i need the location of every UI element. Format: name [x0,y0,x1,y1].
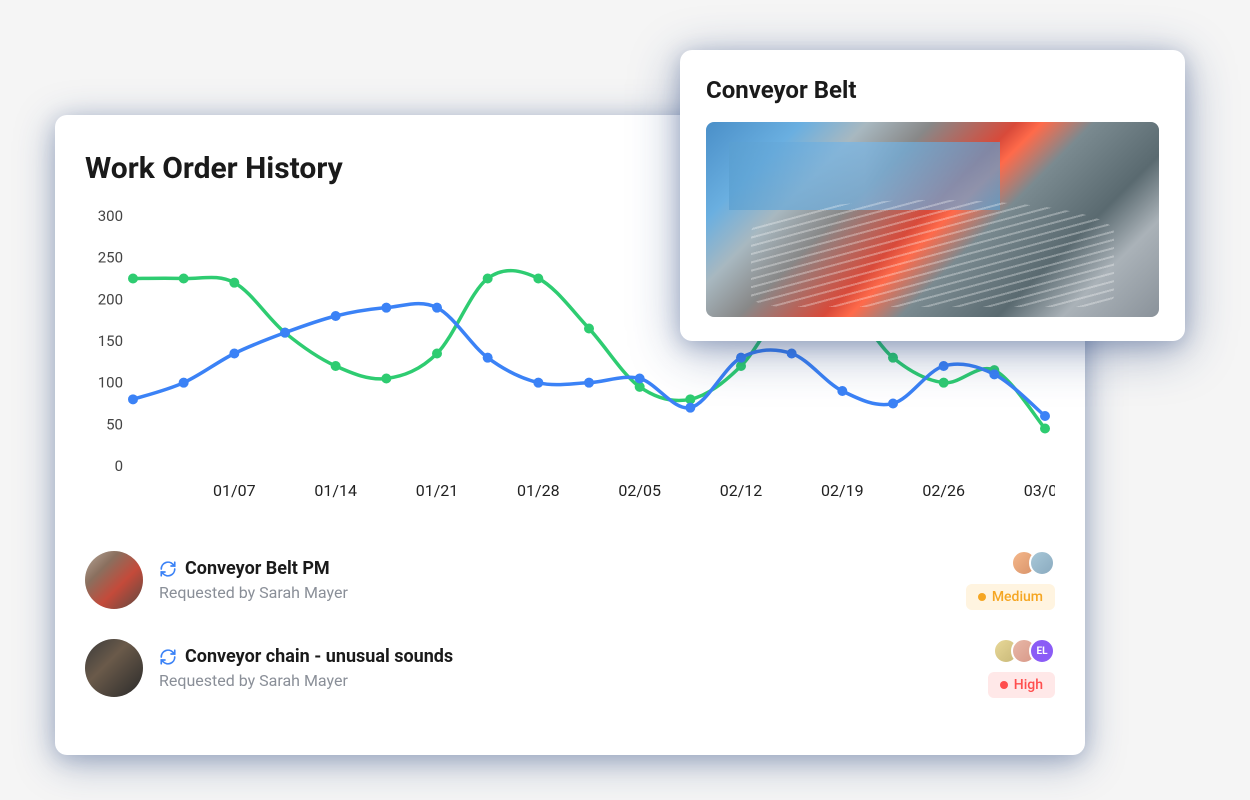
svg-text:200: 200 [98,290,123,308]
svg-text:02/12: 02/12 [720,481,763,500]
work-order-list: Conveyor Belt PM Requested by Sarah Maye… [85,536,1055,712]
work-order-requester: Requested by Sarah Mayer [159,583,950,602]
svg-text:02/05: 02/05 [618,481,661,500]
asset-popup-image [706,122,1159,317]
svg-text:300: 300 [98,207,123,225]
work-order-requester: Requested by Sarah Mayer [159,671,972,690]
assignee-avatars [1011,550,1055,576]
svg-text:50: 50 [106,415,123,433]
svg-text:02/26: 02/26 [922,481,965,500]
asset-popup-title: Conveyor Belt [706,76,1159,104]
recurring-icon [159,648,177,666]
svg-text:150: 150 [98,332,123,350]
svg-text:250: 250 [98,249,123,267]
priority-badge: High [988,672,1055,698]
priority-label: High [1014,677,1043,693]
work-order-row[interactable]: Conveyor Belt PM Requested by Sarah Maye… [85,536,1055,624]
work-order-body: Conveyor chain - unusual sounds Requeste… [159,646,972,690]
recurring-icon [159,560,177,578]
svg-text:01/07: 01/07 [213,481,256,500]
svg-text:01/14: 01/14 [314,481,357,500]
priority-dot-icon [978,593,986,601]
work-order-thumbnail [85,551,143,609]
work-order-title: Conveyor chain - unusual sounds [185,646,453,667]
avatar[interactable] [1029,550,1055,576]
work-order-body: Conveyor Belt PM Requested by Sarah Maye… [159,558,950,602]
priority-label: Medium [992,589,1043,605]
asset-popup-card: Conveyor Belt [680,50,1185,341]
svg-text:03/06: 03/06 [1024,481,1055,500]
svg-text:01/21: 01/21 [416,481,459,500]
svg-text:0: 0 [115,457,123,475]
assignee-avatars: EL [993,638,1055,664]
work-order-title: Conveyor Belt PM [185,558,330,579]
work-order-thumbnail [85,639,143,697]
work-order-row[interactable]: Conveyor chain - unusual sounds Requeste… [85,624,1055,712]
svg-text:100: 100 [98,374,123,392]
svg-text:01/28: 01/28 [517,481,560,500]
priority-dot-icon [1000,681,1008,689]
priority-badge: Medium [966,584,1055,610]
avatar[interactable]: EL [1029,638,1055,664]
svg-text:02/19: 02/19 [821,481,864,500]
